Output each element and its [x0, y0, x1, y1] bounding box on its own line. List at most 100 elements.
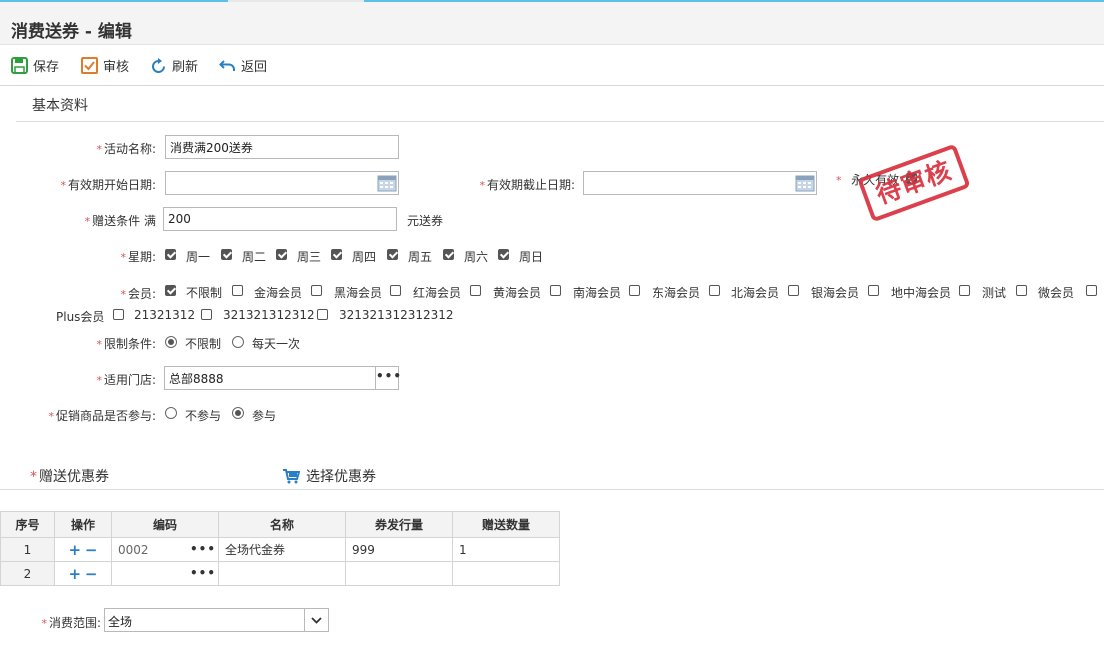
calendar-icon[interactable]	[795, 174, 815, 192]
member-checkbox[interactable]	[788, 285, 799, 296]
member-checkbox[interactable]	[550, 285, 561, 296]
row-actions: + −	[54, 537, 112, 562]
scope-select[interactable]: 全场	[104, 608, 329, 632]
title-bar: 消费送券 - 编辑	[0, 2, 1104, 45]
scope-label: * 消费范围:	[41, 616, 101, 630]
audit-button[interactable]: 审核	[81, 55, 129, 75]
chevron-down-icon[interactable]	[304, 609, 328, 631]
member-option-label: 黄海会员	[493, 286, 542, 300]
weekday-option-label: 周三	[297, 250, 322, 264]
member-checkbox[interactable]	[629, 285, 640, 296]
save-icon	[11, 56, 28, 74]
refresh-label: 刷新	[172, 59, 199, 75]
limit-radio-daily[interactable]	[232, 336, 244, 348]
member-option-label: 测试	[982, 286, 1007, 300]
code-cell[interactable]: 0002 •••	[111, 537, 219, 562]
add-row-icon[interactable]: +	[69, 565, 82, 583]
code-picker-button[interactable]: •••	[190, 566, 216, 580]
end-date-label: * 有效期截止日期:	[479, 178, 575, 192]
condition-suffix: 元送券	[407, 214, 444, 228]
code-cell[interactable]: •••	[111, 561, 219, 586]
member-option-label: 321321312312312	[339, 308, 454, 322]
member-checkbox[interactable]	[709, 285, 720, 296]
member-checkbox[interactable]	[165, 285, 176, 296]
weekday-checkbox[interactable]	[221, 249, 232, 260]
limit-radio-unlimited[interactable]	[165, 336, 177, 348]
section-basic-title: 基本资料	[32, 98, 88, 114]
weekday-label: * 星期:	[120, 250, 156, 264]
select-coupon-button[interactable]: 选择优惠券	[282, 466, 376, 486]
column-header: 名称	[218, 511, 346, 538]
member-checkbox[interactable]	[868, 285, 879, 296]
member-checkbox[interactable]	[311, 285, 322, 296]
condition-amount-input[interactable]	[163, 207, 397, 231]
add-row-icon[interactable]: +	[69, 541, 82, 559]
store-label: * 适用门店:	[96, 373, 156, 387]
limit-radio-label: 每天一次	[252, 337, 301, 351]
column-header: 操作	[54, 511, 112, 538]
back-label: 返回	[241, 59, 268, 75]
refresh-button[interactable]: 刷新	[151, 55, 198, 75]
store-input[interactable]	[164, 366, 376, 390]
weekday-checkbox[interactable]	[443, 249, 454, 260]
weekday-checkbox[interactable]	[331, 249, 342, 260]
member-option-label: 金海会员	[254, 286, 303, 300]
weekday-checkbox[interactable]	[387, 249, 398, 260]
promo-label: * 促销商品是否参与:	[48, 409, 156, 423]
member-option-label: 南海会员	[573, 286, 622, 300]
issued-cell[interactable]: 999	[345, 537, 453, 562]
remove-row-icon[interactable]: −	[85, 541, 98, 559]
section-divider	[16, 121, 1104, 122]
weekday-option-label: 周五	[408, 250, 433, 264]
quantity-cell[interactable]	[452, 561, 560, 586]
refresh-icon	[152, 57, 165, 73]
condition-label: * 赠送条件 满	[84, 214, 156, 228]
end-date-input[interactable]	[583, 171, 817, 195]
member-checkbox[interactable]	[1086, 285, 1097, 296]
back-icon	[219, 59, 235, 71]
name-cell	[218, 561, 346, 586]
save-button[interactable]: 保存	[11, 55, 59, 75]
code-picker-button[interactable]: •••	[190, 542, 216, 556]
member-option-label: 21321312	[134, 308, 196, 322]
coupon-table: 序号 操作 编码 名称 券发行量 赠送数量 1 + − 0002 ••• 全场代金…	[0, 511, 560, 586]
member-checkbox[interactable]	[317, 309, 328, 320]
start-date-label: * 有效期开始日期:	[60, 178, 156, 192]
member-checkbox[interactable]	[201, 309, 212, 320]
column-header: 序号	[0, 511, 55, 538]
weekday-option-label: 周日	[519, 250, 544, 264]
calendar-icon[interactable]	[377, 174, 397, 192]
weekday-checkbox[interactable]	[498, 249, 509, 260]
table-header-row: 序号 操作 编码 名称 券发行量 赠送数量	[0, 511, 560, 538]
member-option-label: 地中海会员	[891, 286, 952, 300]
member-checkbox[interactable]	[470, 285, 481, 296]
promo-radio-no[interactable]	[165, 407, 177, 419]
member-option-label: 321321312312	[223, 308, 315, 322]
weekday-checkbox[interactable]	[165, 249, 176, 260]
member-checkbox[interactable]	[232, 285, 243, 296]
member-checkbox[interactable]	[113, 309, 124, 320]
member-option-label: 银海会员	[811, 286, 860, 300]
remove-row-icon[interactable]: −	[85, 565, 98, 583]
weekday-option-label: 周二	[242, 250, 267, 264]
member-checkbox[interactable]	[1016, 285, 1027, 296]
activity-name-input[interactable]	[165, 135, 399, 159]
audit-icon	[81, 56, 98, 74]
back-button[interactable]: 返回	[219, 55, 267, 75]
name-cell: 全场代金券	[218, 537, 346, 562]
member-label: * 会员:	[120, 287, 156, 301]
member-option-label: 不限制	[186, 286, 223, 300]
row-actions: + −	[54, 561, 112, 586]
promo-radio-yes[interactable]	[232, 407, 244, 419]
weekday-option-label: 周一	[186, 250, 211, 264]
member-option-label: Plus会员	[56, 310, 105, 324]
member-option-label: 黑海会员	[334, 286, 383, 300]
weekday-checkbox[interactable]	[276, 249, 287, 260]
member-checkbox[interactable]	[959, 285, 970, 296]
issued-cell[interactable]	[345, 561, 453, 586]
quantity-cell[interactable]: 1	[452, 537, 560, 562]
member-checkbox[interactable]	[390, 285, 401, 296]
store-picker-button[interactable]: •••	[375, 366, 401, 390]
table-row: 1 + − 0002 ••• 全场代金券 999 1	[0, 537, 560, 562]
start-date-input[interactable]	[165, 171, 399, 195]
